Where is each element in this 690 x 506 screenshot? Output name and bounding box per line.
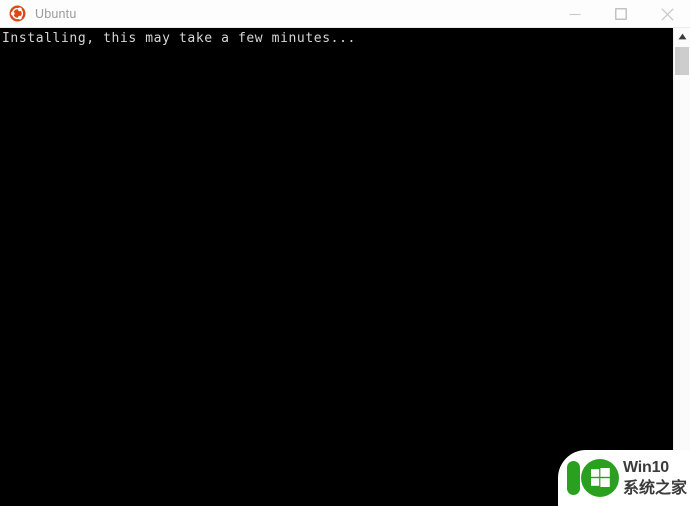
terminal-line: Installing, this may take a few minutes.… (2, 31, 356, 46)
minimize-icon (569, 13, 581, 16)
win10-ten-logo-icon (567, 459, 619, 497)
chevron-up-icon (678, 33, 686, 40)
terminal-output-area[interactable]: Installing, this may take a few minutes.… (0, 28, 673, 506)
watermark-line-1: Win10 (623, 459, 669, 476)
close-icon (660, 7, 674, 21)
watermark-text: Win10 系统之家 (623, 460, 687, 496)
window-controls (552, 0, 690, 28)
minimize-button[interactable] (552, 0, 598, 28)
ubuntu-terminal-window: Ubuntu Installing, this may take a few m… (0, 0, 690, 506)
site-watermark: Win10 系统之家 (558, 450, 690, 506)
close-button[interactable] (644, 0, 690, 28)
maximize-icon (615, 8, 627, 20)
window-titlebar: Ubuntu (0, 0, 690, 28)
window-title: Ubuntu (35, 6, 77, 21)
watermark-line-2: 系统之家 (623, 478, 688, 497)
ubuntu-logo-icon (9, 5, 26, 22)
vertical-scrollbar[interactable] (673, 28, 690, 506)
maximize-button[interactable] (598, 0, 644, 28)
scroll-up-button[interactable] (674, 28, 690, 45)
scrollbar-thumb[interactable] (675, 47, 689, 75)
